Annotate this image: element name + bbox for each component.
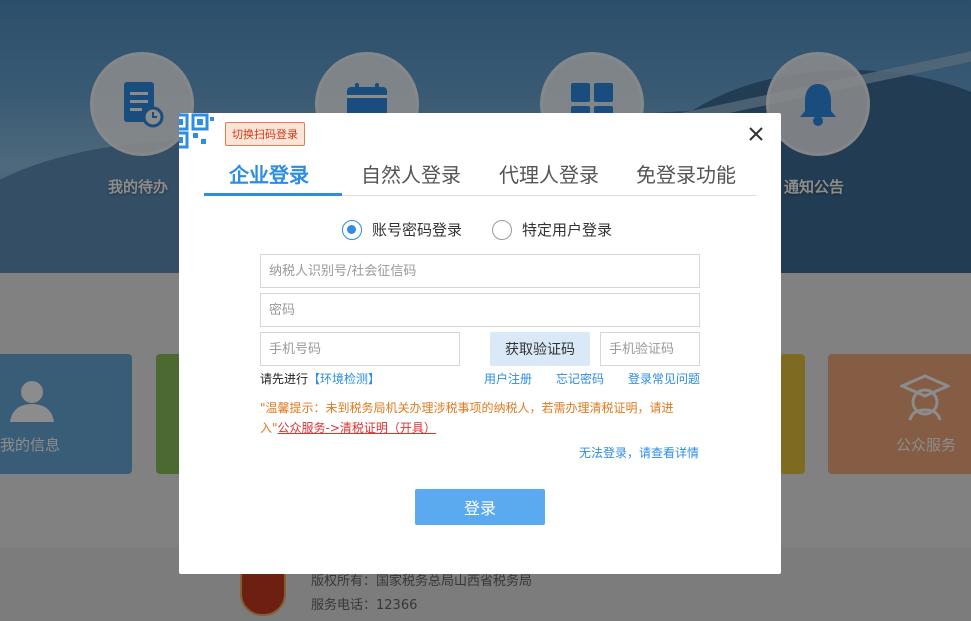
close-icon[interactable]	[748, 126, 764, 142]
radio-password-login[interactable]: 账号密码登录	[342, 219, 462, 240]
login-dialog: 切换扫码登录 企业登录 自然人登录 代理人登录 免登录功能 账号密码登录 特定用…	[179, 113, 781, 574]
qr-code-icon	[179, 113, 214, 149]
radio-unchecked-icon[interactable]	[492, 219, 512, 240]
tab-agent-login[interactable]: 代理人登录	[499, 159, 599, 188]
login-button[interactable]: 登录	[415, 489, 545, 525]
radio-checked-icon[interactable]	[342, 219, 362, 240]
env-check-row: 请先进行【环境检测】	[260, 370, 380, 387]
cannot-login-link[interactable]: 无法登录，请查看详情	[579, 444, 699, 461]
qr-switch-button[interactable]	[179, 113, 219, 149]
register-link[interactable]: 用户注册	[484, 370, 532, 387]
password-input[interactable]	[260, 293, 700, 327]
tax-clearance-link[interactable]: 公众服务->清税证明（开具）	[278, 421, 436, 435]
env-check-link[interactable]: 【环境检测】	[308, 372, 380, 386]
tab-individual-login[interactable]: 自然人登录	[361, 159, 461, 188]
qr-switch-tag[interactable]: 切换扫码登录	[225, 122, 305, 146]
radio-special-user-login-label: 特定用户登录	[522, 221, 613, 239]
phone-input[interactable]	[260, 332, 460, 366]
taxpayer-id-input[interactable]	[260, 254, 700, 288]
faq-link[interactable]: 登录常见问题	[628, 370, 700, 387]
env-check-prefix: 请先进行	[260, 372, 309, 386]
radio-special-user-login[interactable]: 特定用户登录	[492, 219, 612, 240]
radio-password-login-label: 账号密码登录	[372, 221, 463, 239]
get-code-button[interactable]: 获取验证码	[490, 332, 590, 366]
forgot-password-link[interactable]: 忘记密码	[556, 370, 604, 387]
tab-no-login-features[interactable]: 免登录功能	[636, 159, 736, 188]
tab-enterprise-login[interactable]: 企业登录	[229, 159, 309, 188]
login-tabs: 企业登录 自然人登录 代理人登录 免登录功能	[204, 159, 756, 196]
warm-tip: "温馨提示：未到税务局机关办理涉税事项的纳税人，若需办理清税证明，请进入"公众服…	[260, 398, 700, 438]
active-tab-indicator	[204, 193, 342, 196]
sms-code-input[interactable]	[600, 332, 700, 366]
